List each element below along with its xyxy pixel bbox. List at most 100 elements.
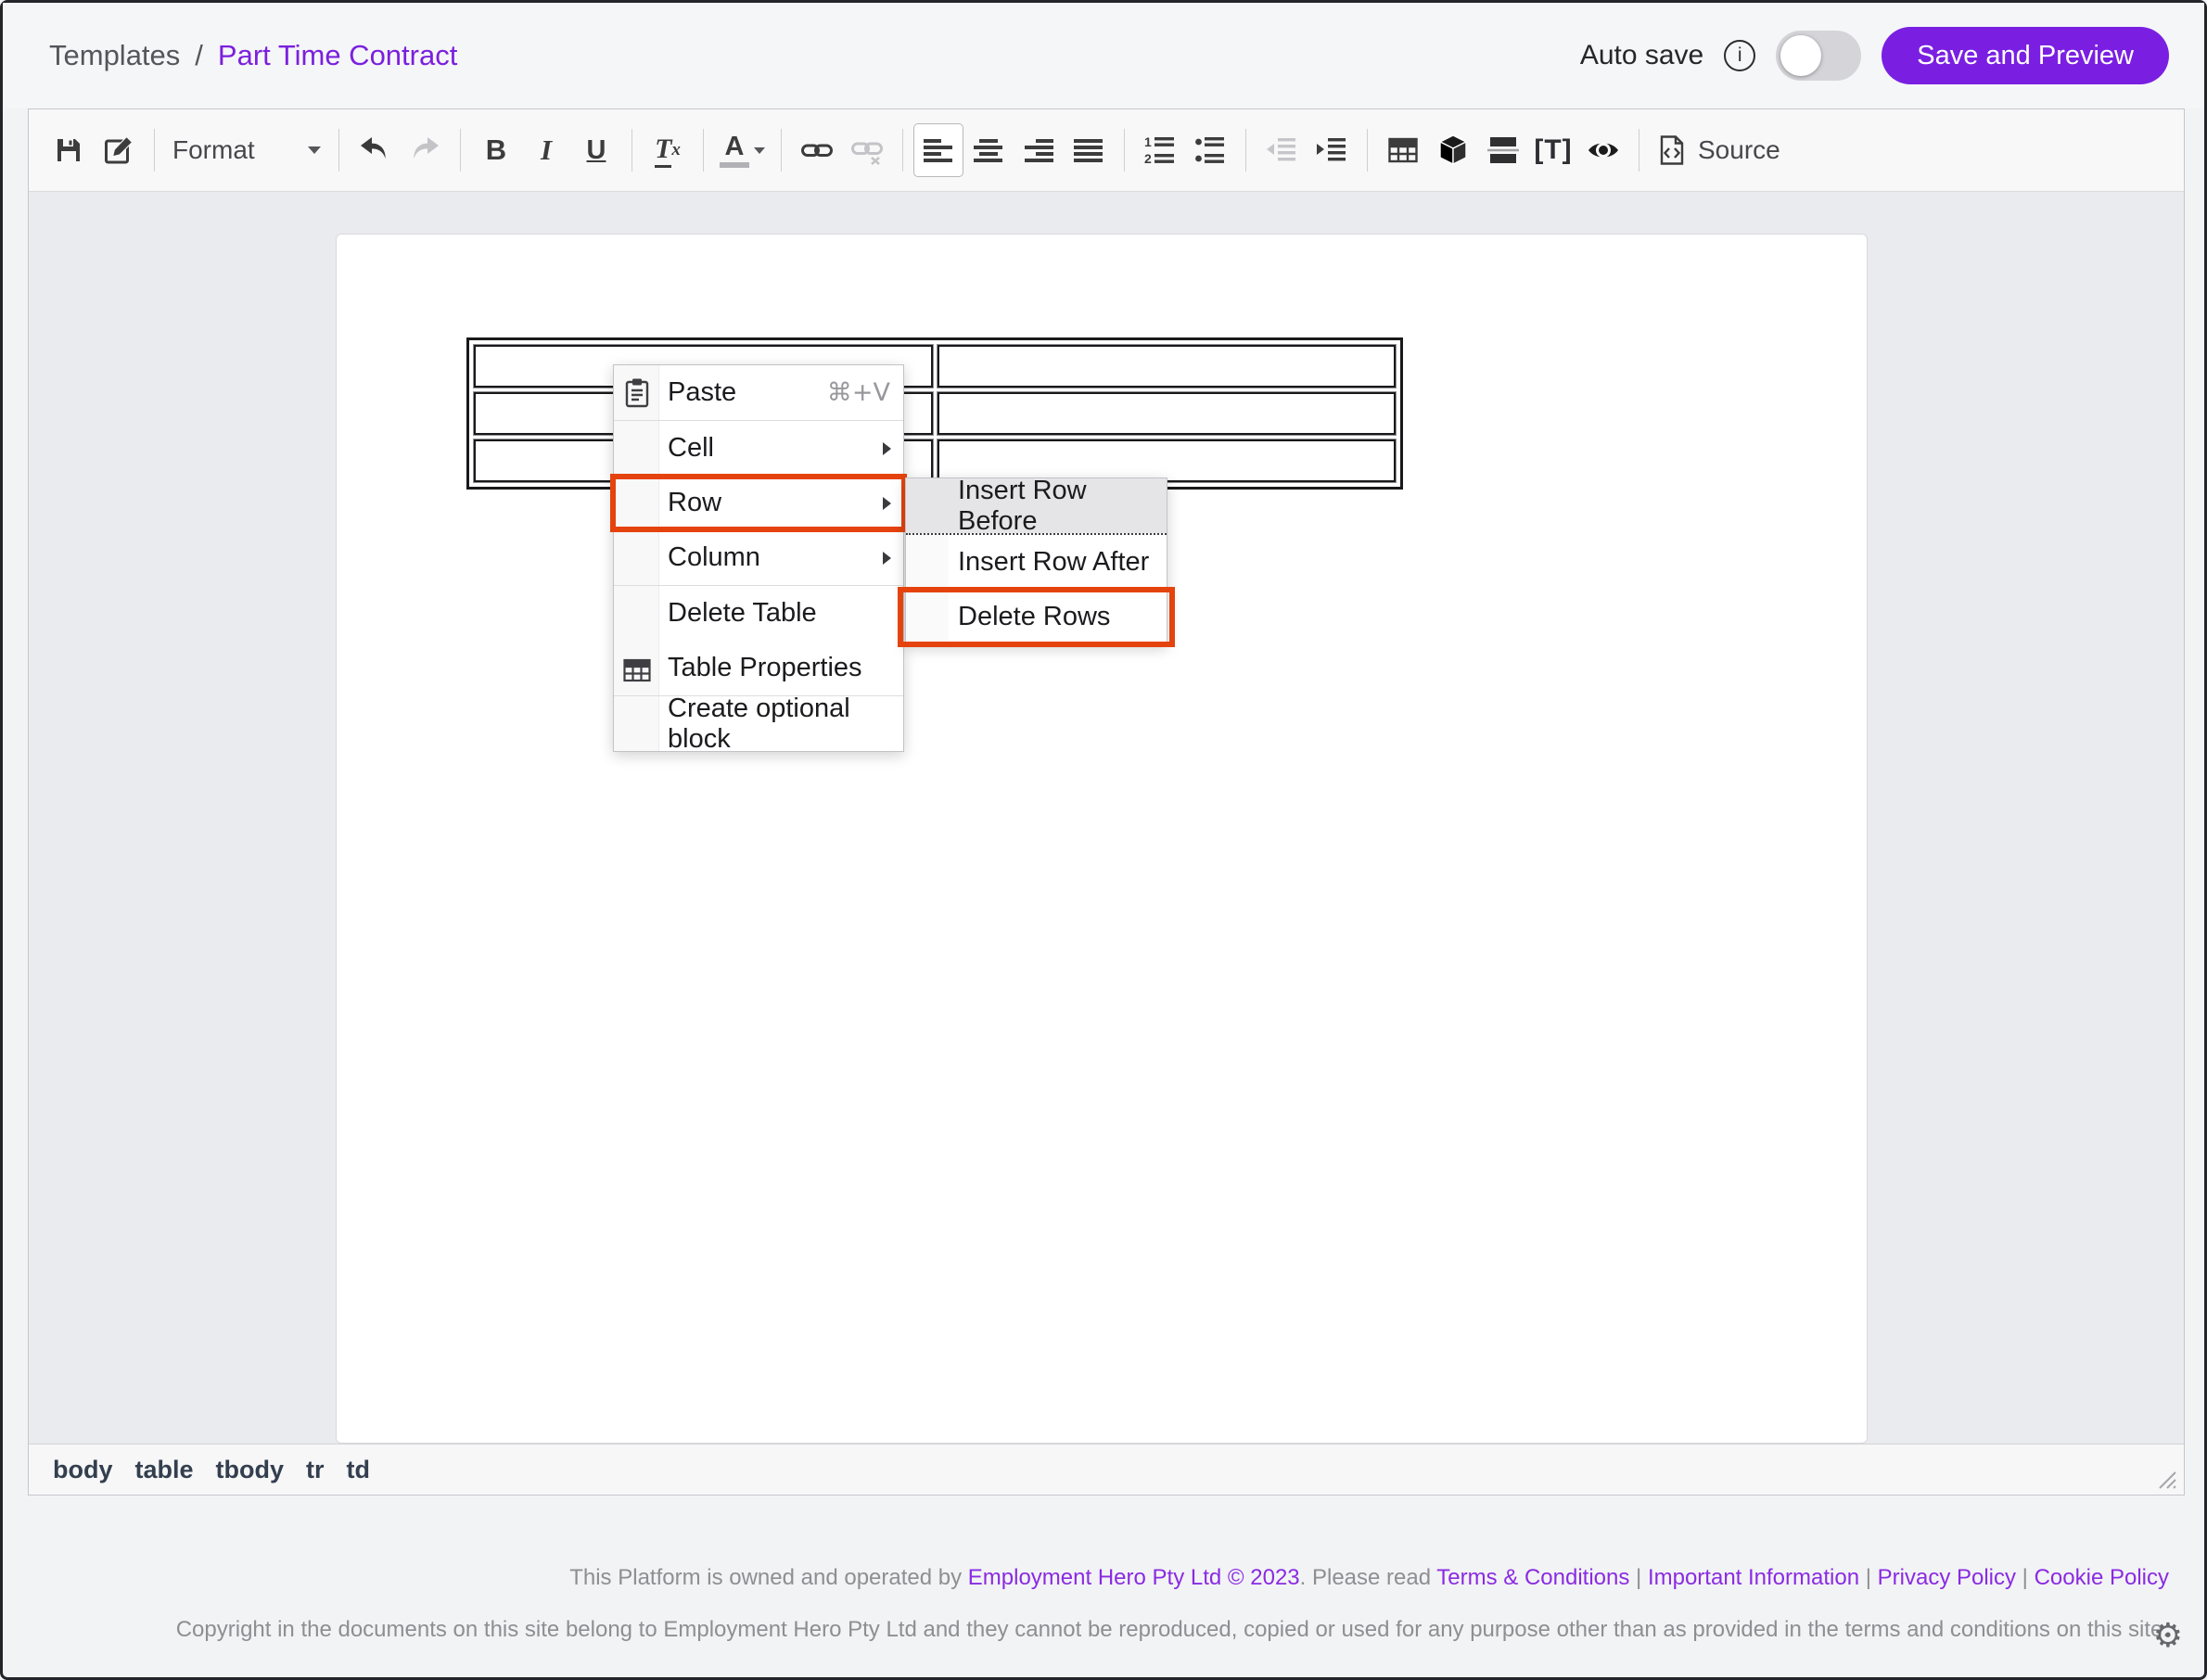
align-right-button[interactable] bbox=[1014, 123, 1064, 177]
unlink-button[interactable] bbox=[842, 123, 892, 177]
link-icon bbox=[800, 134, 834, 167]
text-color-icon: A bbox=[720, 133, 749, 168]
floppy-save-icon bbox=[52, 134, 85, 167]
insert-block-button[interactable] bbox=[1428, 123, 1478, 177]
menu-item-table-properties[interactable]: Table Properties bbox=[614, 641, 903, 695]
bullet-list-button[interactable] bbox=[1185, 123, 1235, 177]
menu-shortcut: ⌘+V bbox=[827, 378, 903, 407]
undo-icon bbox=[358, 134, 391, 167]
menu-item-label: Create optional block bbox=[668, 694, 903, 755]
menu-item-label: Column bbox=[668, 542, 760, 573]
menu-item-delete-table[interactable]: Delete Table bbox=[614, 586, 903, 641]
insert-table-button[interactable] bbox=[1378, 123, 1428, 177]
preview-button[interactable] bbox=[1578, 123, 1628, 177]
footer-text: This Platform is owned and operated by bbox=[569, 1565, 968, 1590]
info-icon[interactable]: i bbox=[1724, 40, 1755, 71]
footer-link-terms[interactable]: Terms & Conditions bbox=[1436, 1565, 1629, 1590]
submenu-item-insert-row-after[interactable]: Insert Row After bbox=[906, 535, 1167, 590]
page-break-icon bbox=[1486, 134, 1520, 167]
text-color-button[interactable]: A bbox=[714, 123, 771, 177]
editor-toolbar: Format B I U Tx A bbox=[29, 109, 2184, 192]
format-dropdown[interactable]: Format bbox=[165, 123, 328, 177]
source-button-label: Source bbox=[1698, 135, 1780, 165]
italic-button[interactable]: I bbox=[521, 123, 571, 177]
breadcrumb-templates[interactable]: Templates bbox=[49, 39, 180, 72]
numbered-list-button[interactable]: 12 bbox=[1135, 123, 1185, 177]
page-break-button[interactable] bbox=[1478, 123, 1528, 177]
redo-button[interactable] bbox=[400, 123, 450, 177]
bold-button[interactable]: B bbox=[471, 123, 521, 177]
save-and-preview-button[interactable]: Save and Preview bbox=[1882, 27, 2169, 84]
toolbar-separator bbox=[703, 129, 704, 172]
svg-text:2: 2 bbox=[1144, 151, 1152, 166]
paste-icon bbox=[620, 376, 654, 410]
eye-icon bbox=[1586, 134, 1621, 167]
remove-format-t: T bbox=[655, 134, 671, 168]
footer-link-important-information[interactable]: Important Information bbox=[1648, 1565, 1859, 1590]
outdent-button[interactable] bbox=[1257, 123, 1307, 177]
bullet-list-icon bbox=[1193, 134, 1227, 167]
footer-link-privacy-policy[interactable]: Privacy Policy bbox=[1878, 1565, 2016, 1590]
path-item-table[interactable]: table bbox=[135, 1456, 194, 1484]
resize-grip-icon[interactable] bbox=[2156, 1469, 2176, 1489]
link-button[interactable] bbox=[792, 123, 842, 177]
document-page[interactable] bbox=[337, 235, 1867, 1443]
menu-item-create-optional-block[interactable]: Create optional block bbox=[614, 696, 903, 751]
table-cell[interactable] bbox=[938, 345, 1397, 388]
svg-text:1: 1 bbox=[1144, 134, 1152, 149]
path-item-body[interactable]: body bbox=[53, 1456, 113, 1484]
chevron-down-icon bbox=[754, 147, 765, 154]
path-item-tr[interactable]: tr bbox=[306, 1456, 325, 1484]
pencil-square-icon bbox=[102, 134, 135, 167]
submenu-item-insert-row-before[interactable]: Insert Row Before bbox=[906, 478, 1167, 533]
table-cell[interactable] bbox=[938, 392, 1397, 435]
table-properties-icon bbox=[620, 654, 654, 687]
menu-item-label: Cell bbox=[668, 433, 714, 464]
menu-item-cell[interactable]: Cell bbox=[614, 421, 903, 476]
toggle-knob bbox=[1780, 35, 1821, 76]
menu-item-paste[interactable]: Paste ⌘+V bbox=[614, 365, 903, 420]
align-justify-icon bbox=[1072, 134, 1105, 167]
menu-item-label: Row bbox=[668, 488, 721, 518]
submenu-item-delete-rows[interactable]: Delete Rows bbox=[906, 590, 1167, 644]
align-right-icon bbox=[1022, 134, 1055, 167]
toolbar-separator bbox=[1245, 129, 1246, 172]
placeholder-text-button[interactable]: [T] bbox=[1528, 123, 1578, 177]
format-dropdown-label: Format bbox=[172, 135, 255, 165]
document-table[interactable] bbox=[466, 337, 1403, 490]
footer-link-employment-hero[interactable]: Employment Hero Pty Ltd © 2023 bbox=[968, 1565, 1300, 1590]
toolbar-separator bbox=[460, 129, 461, 172]
path-item-tbody[interactable]: tbody bbox=[216, 1456, 285, 1484]
footer-line1: This Platform is owned and operated by E… bbox=[38, 1564, 2169, 1592]
align-center-button[interactable] bbox=[963, 123, 1014, 177]
align-justify-button[interactable] bbox=[1064, 123, 1114, 177]
autosave-toggle[interactable] bbox=[1776, 31, 1861, 81]
menu-item-column[interactable]: Column bbox=[614, 530, 903, 585]
header-actions: Auto save i Save and Preview bbox=[1580, 27, 2169, 84]
editor-frame: Format B I U Tx A bbox=[28, 108, 2185, 1495]
autosave-label: Auto save bbox=[1580, 40, 1703, 71]
editor-canvas[interactable]: Paste ⌘+V Cell Row Column Delete Table bbox=[29, 192, 2184, 1444]
underline-button[interactable]: U bbox=[571, 123, 621, 177]
footer-link-cookie-policy[interactable]: Cookie Policy bbox=[2035, 1565, 2169, 1590]
undo-button[interactable] bbox=[350, 123, 400, 177]
breadcrumb-current: Part Time Contract bbox=[218, 39, 457, 72]
save-template-button[interactable] bbox=[44, 123, 94, 177]
menu-item-row[interactable]: Row bbox=[614, 476, 903, 530]
source-button[interactable]: Source bbox=[1650, 123, 1786, 177]
indent-button[interactable] bbox=[1307, 123, 1357, 177]
breadcrumb: Templates / Part Time Contract bbox=[49, 39, 457, 72]
toolbar-separator bbox=[902, 129, 903, 172]
submenu-item-label: Insert Row Before bbox=[958, 476, 1167, 537]
remove-format-button[interactable]: Tx bbox=[643, 123, 693, 177]
site-footer: This Platform is owned and operated by E… bbox=[38, 1564, 2169, 1644]
path-item-td[interactable]: td bbox=[347, 1456, 370, 1484]
toolbar-separator bbox=[338, 129, 339, 172]
toolbar-separator bbox=[154, 129, 155, 172]
footer-divider: | bbox=[1859, 1565, 1878, 1590]
table-icon bbox=[1386, 134, 1420, 167]
settings-gear-icon[interactable]: ⚙ bbox=[2153, 1620, 2183, 1653]
submenu-item-label: Insert Row After bbox=[958, 547, 1149, 578]
edit-template-button[interactable] bbox=[94, 123, 144, 177]
align-left-button[interactable] bbox=[913, 123, 963, 177]
